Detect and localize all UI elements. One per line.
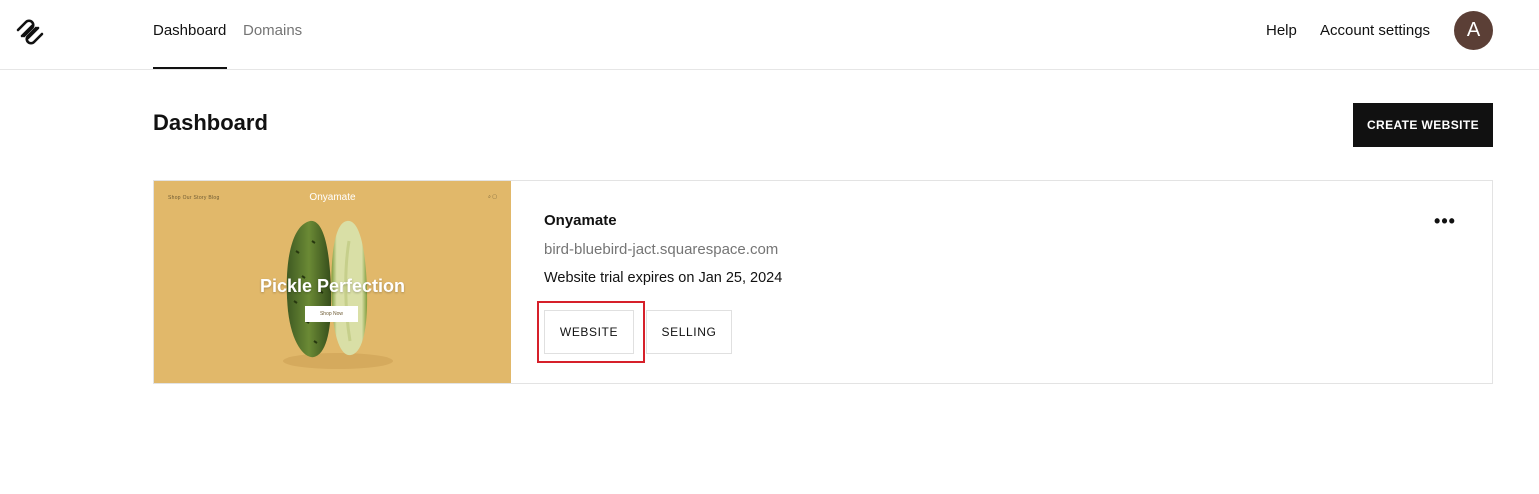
page-title: Dashboard <box>153 110 268 135</box>
tab-domains[interactable]: Domains <box>243 22 302 40</box>
thumbnail-headline: Pickle Perfection <box>259 276 406 296</box>
site-trial-status: Website trial expires on Jan 25, 2024 <box>544 270 783 286</box>
thumbnail-cta: Shop Now <box>305 306 358 322</box>
site-name[interactable]: Onyamate <box>544 212 617 230</box>
website-button[interactable]: WEBSITE <box>544 310 634 354</box>
squarespace-logo-icon[interactable] <box>15 18 45 46</box>
top-bar: Dashboard Domains Help Account settings … <box>0 0 1539 70</box>
selling-button[interactable]: SELLING <box>646 310 732 354</box>
tab-dashboard[interactable]: Dashboard <box>153 22 226 40</box>
site-thumbnail[interactable]: Shop Our Story Blog Onyamate ⌕ ▢ Pickle … <box>154 181 511 383</box>
help-link[interactable]: Help <box>1266 22 1297 40</box>
account-settings-link[interactable]: Account settings <box>1320 22 1430 40</box>
site-url[interactable]: bird-bluebird-jact.squarespace.com <box>544 241 778 259</box>
avatar[interactable]: A <box>1454 11 1493 50</box>
active-tab-indicator <box>153 67 227 69</box>
more-horizontal-icon[interactable]: ••• <box>1430 209 1460 233</box>
site-card: Shop Our Story Blog Onyamate ⌕ ▢ Pickle … <box>153 180 1493 384</box>
create-website-button[interactable]: CREATE WEBSITE <box>1353 103 1493 147</box>
